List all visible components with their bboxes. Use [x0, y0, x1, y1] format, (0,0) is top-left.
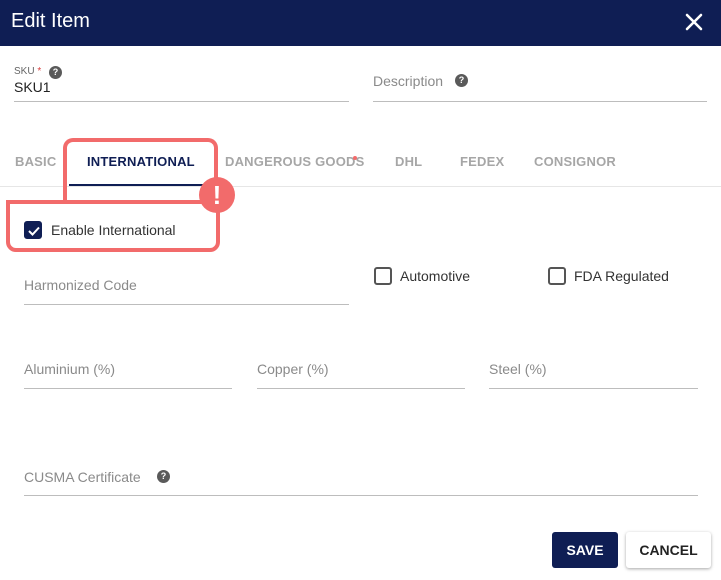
sku-input[interactable]: SKU1: [14, 79, 51, 95]
tab-consignor[interactable]: CONSIGNOR: [534, 154, 616, 169]
aluminium-input[interactable]: Aluminium (%): [24, 361, 115, 377]
enable-international-label: Enable International: [51, 222, 176, 238]
sku-help-icon[interactable]: ?: [49, 66, 62, 79]
cusma-certificate-input[interactable]: CUSMA Certificate: [24, 469, 141, 485]
dialog-title: Edit Item: [11, 10, 90, 32]
aluminium-underline: [24, 388, 232, 389]
cusma-underline: [24, 495, 698, 496]
sku-underline: [14, 101, 349, 102]
automotive-checkbox[interactable]: [374, 267, 392, 285]
highlight-outline-tab: [63, 138, 218, 202]
fda-regulated-checkbox[interactable]: [548, 267, 566, 285]
copper-input[interactable]: Copper (%): [257, 361, 329, 377]
alert-icon: !: [199, 177, 235, 213]
close-icon[interactable]: [681, 9, 707, 35]
tab-fedex[interactable]: FEDEX: [460, 154, 504, 169]
copper-underline: [257, 388, 465, 389]
tab-error-dot: [353, 156, 357, 160]
cusma-help-icon[interactable]: ?: [157, 470, 170, 483]
steel-underline: [489, 388, 698, 389]
sku-label: SKU *: [14, 66, 41, 77]
description-underline: [373, 101, 707, 102]
save-button[interactable]: SAVE: [552, 532, 618, 568]
fda-regulated-label: FDA Regulated: [574, 268, 669, 284]
dialog-header: Edit Item: [0, 0, 721, 46]
cancel-button[interactable]: CANCEL: [626, 532, 711, 568]
tab-dangerous-goods[interactable]: DANGEROUS GOODS: [225, 154, 365, 169]
steel-input[interactable]: Steel (%): [489, 361, 547, 377]
harmonized-code-input[interactable]: Harmonized Code: [24, 277, 137, 293]
tab-dhl[interactable]: DHL: [395, 154, 422, 169]
description-help-icon[interactable]: ?: [455, 74, 468, 87]
description-input[interactable]: Description: [373, 73, 443, 89]
sku-label-text: SKU: [14, 66, 35, 77]
automotive-label: Automotive: [400, 268, 471, 284]
required-mark: *: [37, 66, 42, 77]
harmonized-code-underline: [24, 304, 349, 305]
enable-international-checkbox[interactable]: [24, 221, 42, 239]
tab-basic[interactable]: BASIC: [15, 154, 56, 169]
